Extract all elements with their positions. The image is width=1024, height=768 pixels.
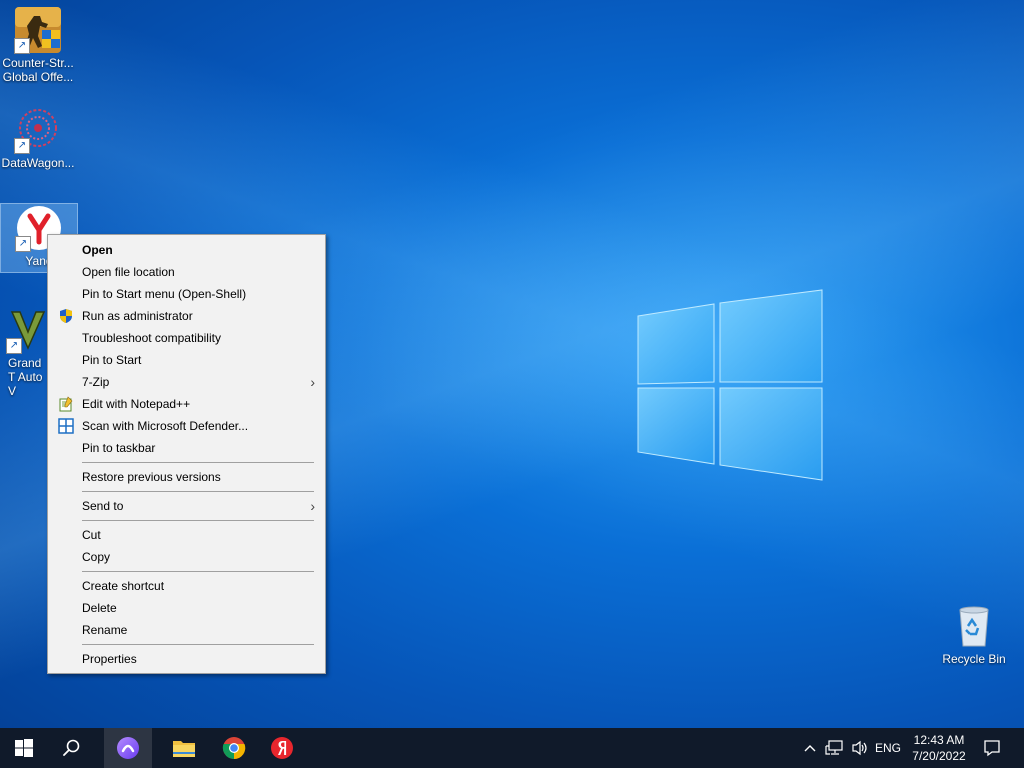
menu-item-label: Copy xyxy=(82,550,111,564)
menu-item-label: Send to xyxy=(82,499,124,513)
desktop-icon-label: Recycle Bin xyxy=(942,652,1006,666)
clock-time: 12:43 AM xyxy=(913,733,965,747)
menu-item-label: Open file location xyxy=(82,265,175,279)
taskbar-yandex-browser[interactable] xyxy=(258,728,306,768)
menu-item-run-as-administrator[interactable]: Run as administrator xyxy=(48,305,325,327)
menu-item-open-file-location[interactable]: Open file location xyxy=(48,261,325,283)
menu-item-pin-to-start[interactable]: Pin to Start xyxy=(48,349,325,371)
context-menu: Open Open file location Pin to Start men… xyxy=(47,234,326,674)
network-icon xyxy=(825,740,843,755)
desktop-icon-gta-v[interactable]: ↗ Grand T Auto V xyxy=(0,306,46,398)
menu-item-rename[interactable]: Rename xyxy=(48,619,325,641)
menu-item-label: Pin to Start menu (Open-Shell) xyxy=(82,287,247,301)
input-language-indicator[interactable]: ENG xyxy=(874,728,902,768)
menu-item-label: Open xyxy=(82,243,113,257)
menu-item-properties[interactable]: Properties xyxy=(48,648,325,670)
shortcut-arrow-icon: ↗ xyxy=(6,338,22,354)
menu-separator xyxy=(82,571,314,572)
menu-item-pin-to-taskbar[interactable]: Pin to taskbar xyxy=(48,437,325,459)
menu-item-copy[interactable]: Copy xyxy=(48,546,325,568)
menu-separator xyxy=(82,491,314,492)
menu-item-scan-with-microsoft-defender[interactable]: Scan with Microsoft Defender... xyxy=(48,415,325,437)
menu-item-label: Rename xyxy=(82,623,128,637)
menu-item-label: Troubleshoot compatibility xyxy=(82,331,221,345)
menu-item-label: Delete xyxy=(82,601,117,615)
menu-item-label: Properties xyxy=(82,652,137,666)
menu-item-open[interactable]: Open xyxy=(48,239,325,261)
menu-item-create-shortcut[interactable]: Create shortcut xyxy=(48,575,325,597)
chevron-up-icon xyxy=(804,745,816,752)
action-center-button[interactable] xyxy=(978,728,1006,768)
menu-separator xyxy=(82,520,314,521)
shortcut-arrow-icon: ↗ xyxy=(14,38,30,54)
menu-item-pin-to-start-menu-open-shell[interactable]: Pin to Start menu (Open-Shell) xyxy=(48,283,325,305)
language-label: ENG xyxy=(874,741,901,755)
windows-logo-wallpaper xyxy=(637,289,823,481)
taskbar-file-explorer[interactable] xyxy=(160,728,208,768)
speaker-icon xyxy=(852,740,867,756)
desktop-icon-label: Counter-Str... Global Offe... xyxy=(2,56,74,84)
menu-item-send-to[interactable]: Send to › xyxy=(48,495,325,517)
menu-item-label: Pin to taskbar xyxy=(82,441,156,455)
recycle-bin-icon xyxy=(950,602,998,650)
desktop-icon-counter-strike[interactable]: ↗ Counter-Str... Global Offe... xyxy=(0,6,76,84)
menu-item-label: Scan with Microsoft Defender... xyxy=(82,419,249,433)
menu-item-label: Cut xyxy=(82,528,101,542)
show-hidden-icons-button[interactable] xyxy=(800,728,820,768)
menu-item-label: Pin to Start xyxy=(82,353,142,367)
menu-item-delete[interactable]: Delete xyxy=(48,597,325,619)
desktop-icon-recycle-bin[interactable]: Recycle Bin xyxy=(936,602,1012,666)
yandex-browser-icon xyxy=(271,737,293,759)
shortcut-arrow-icon: ↗ xyxy=(15,236,31,252)
menu-item-label: Edit with Notepad++ xyxy=(82,397,191,411)
taskbar: ENG 12:43 AM 7/20/2022 xyxy=(0,728,1024,768)
alice-assistant-icon xyxy=(117,737,139,759)
menu-item-cut[interactable]: Cut xyxy=(48,524,325,546)
start-button[interactable] xyxy=(0,728,48,768)
network-button[interactable] xyxy=(822,728,846,768)
desktop-icon-label: Grand T Auto V xyxy=(8,356,43,398)
search-button[interactable] xyxy=(48,728,96,768)
chrome-icon xyxy=(222,737,246,760)
datawagon-icon: ↗ xyxy=(14,106,62,154)
uac-shield-icon xyxy=(58,308,74,324)
menu-item-7-zip[interactable]: 7-Zip › xyxy=(48,371,325,393)
desktop-icon-label: DataWagon... xyxy=(1,156,75,170)
menu-separator xyxy=(82,644,314,645)
desktop-icon-datawagon[interactable]: ↗ DataWagon... xyxy=(0,106,76,170)
clock-date: 7/20/2022 xyxy=(912,749,966,763)
menu-item-edit-with-notepad-plus-plus[interactable]: Edit with Notepad++ xyxy=(48,393,325,415)
counter-strike-icon: ↗ xyxy=(14,6,62,54)
volume-button[interactable] xyxy=(848,728,872,768)
taskbar-clock[interactable]: 12:43 AM 7/20/2022 xyxy=(906,732,972,764)
taskbar-alice-assistant[interactable] xyxy=(104,728,152,768)
folder-icon xyxy=(173,741,195,757)
menu-separator xyxy=(82,462,314,463)
menu-item-restore-previous-versions[interactable]: Restore previous versions xyxy=(48,466,325,488)
taskbar-google-chrome[interactable] xyxy=(210,728,258,768)
search-icon xyxy=(63,739,80,756)
menu-item-label: 7-Zip xyxy=(82,375,110,389)
menu-item-label: Create shortcut xyxy=(82,579,165,593)
notification-icon xyxy=(984,740,1000,757)
chevron-right-icon: › xyxy=(310,498,315,514)
notepad-plus-plus-icon xyxy=(58,396,74,412)
windows-start-icon xyxy=(15,739,33,757)
gta-v-icon: ↗ xyxy=(6,306,46,354)
shortcut-arrow-icon: ↗ xyxy=(14,138,30,154)
menu-item-label: Run as administrator xyxy=(82,309,193,323)
menu-item-troubleshoot-compatibility[interactable]: Troubleshoot compatibility xyxy=(48,327,325,349)
menu-item-label: Restore previous versions xyxy=(82,470,221,484)
defender-icon xyxy=(58,418,74,434)
chevron-right-icon: › xyxy=(310,374,315,390)
